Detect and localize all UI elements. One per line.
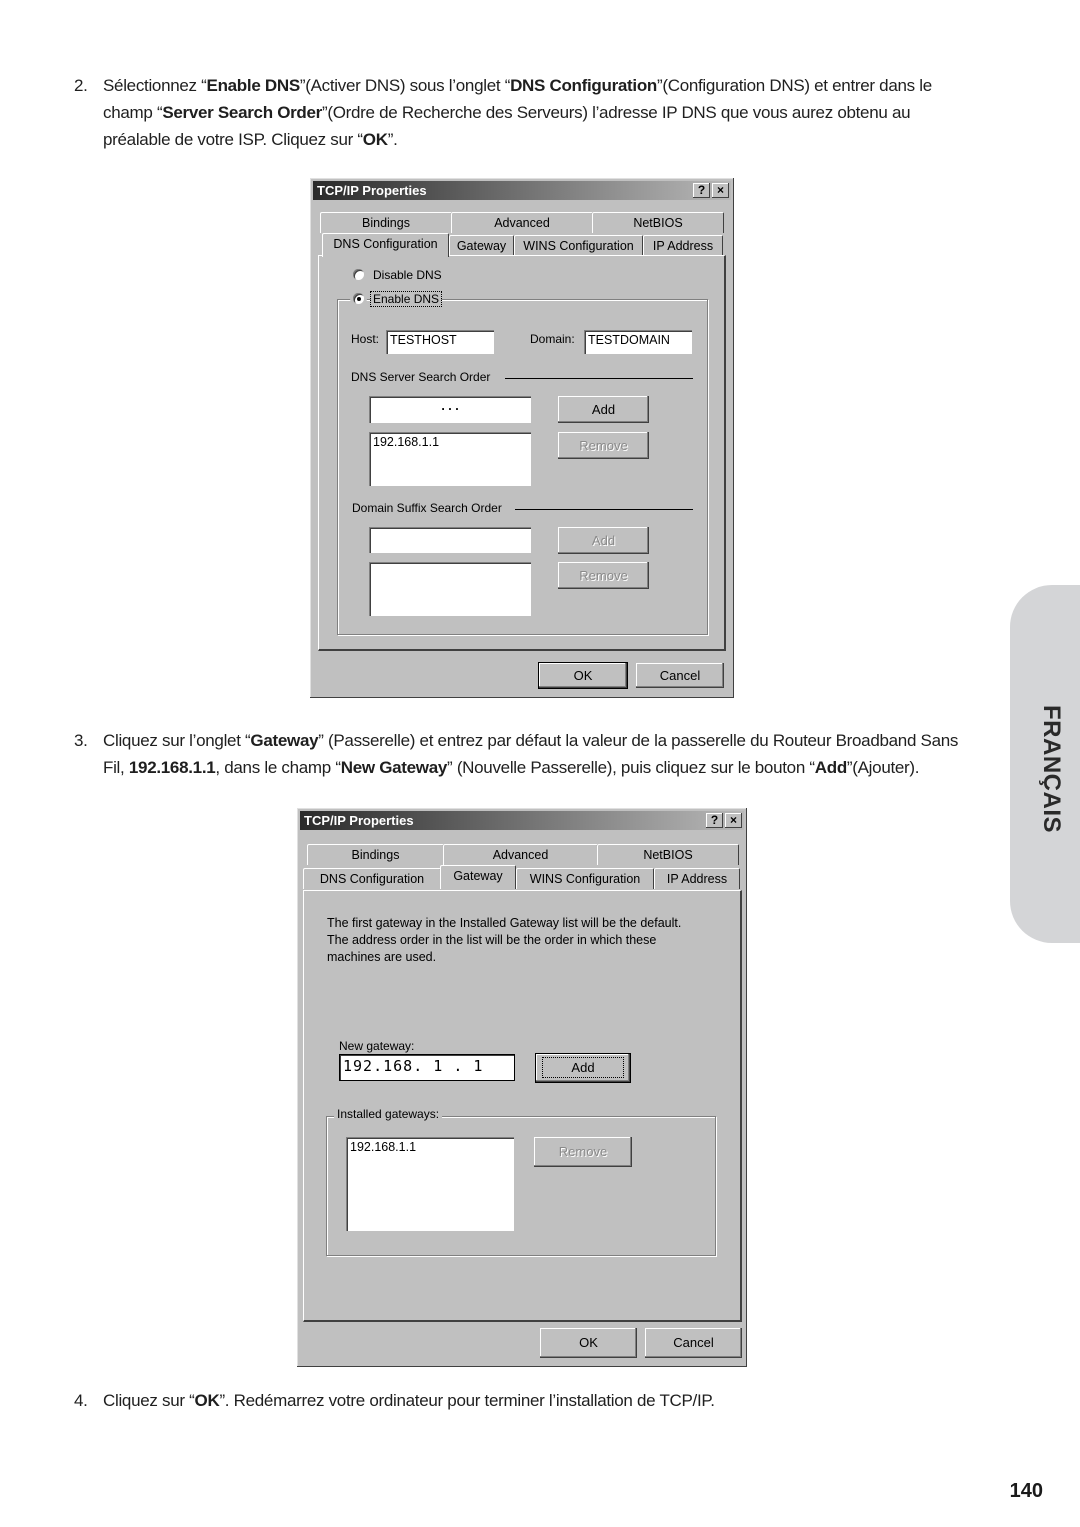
tcpip-dialog-dns: TCP/IP Properties ? × Bindings Advanced … bbox=[310, 178, 734, 698]
installed-gateways-label: Installed gateways: bbox=[334, 1107, 443, 1121]
step-number: 3. bbox=[74, 731, 88, 750]
step-number: 2. bbox=[74, 76, 88, 95]
step-text: Cliquez sur l’onglet “Gateway” (Passerel… bbox=[103, 731, 958, 777]
tab-wins-configuration[interactable]: WINS Configuration bbox=[516, 868, 654, 889]
remove-gateway-button[interactable]: Remove bbox=[534, 1137, 632, 1167]
domain-suffix-list[interactable] bbox=[369, 562, 531, 616]
step-4: 4. Cliquez sur “OK”. Redémarrez votre or… bbox=[74, 1387, 963, 1414]
step-number: 4. bbox=[74, 1391, 88, 1410]
emphasis-text: 192.168.1.1 bbox=[128, 758, 216, 777]
suffix-add-button[interactable]: Add bbox=[558, 527, 649, 554]
close-icon[interactable]: × bbox=[725, 813, 742, 828]
step-text: Sélectionnez “Enable DNS”(Activer DNS) s… bbox=[103, 76, 932, 149]
tab-panel: Disable DNS Enable DNS Host: TESTHOST Do… bbox=[318, 255, 726, 651]
emphasis-text: OK bbox=[362, 130, 388, 149]
emphasis-text: Server Search Order bbox=[162, 103, 322, 122]
dns-server-order-line bbox=[505, 378, 693, 379]
emphasis-text: Add bbox=[814, 758, 847, 777]
dns-server-list-item[interactable]: 192.168.1.1 bbox=[373, 435, 527, 449]
body-text: ”. Redémarrez votre ordinateur pour term… bbox=[219, 1391, 715, 1410]
ok-button[interactable]: OK bbox=[540, 1328, 637, 1358]
tab-netbios[interactable]: NetBIOS bbox=[592, 212, 724, 233]
dns-add-button[interactable]: Add bbox=[558, 396, 649, 423]
dialog-title: TCP/IP Properties bbox=[317, 183, 427, 198]
tab-bindings[interactable]: Bindings bbox=[320, 212, 452, 233]
dns-server-ip-input[interactable]: . . . bbox=[369, 396, 531, 423]
new-gateway-input[interactable]: 192.168. 1 . 1 bbox=[339, 1054, 515, 1081]
disable-dns-label[interactable]: Disable DNS bbox=[373, 268, 442, 282]
body-text: ” (Nouvelle Passerelle), puis cliquez su… bbox=[447, 758, 815, 777]
tab-dns-configuration[interactable]: DNS Configuration bbox=[322, 233, 449, 257]
emphasis-text: OK bbox=[194, 1391, 220, 1410]
cancel-button[interactable]: Cancel bbox=[645, 1328, 742, 1358]
domain-suffix-order-line bbox=[515, 509, 693, 510]
domain-suffix-input[interactable] bbox=[369, 527, 531, 553]
body-text: ”(Activer DNS) sous l’onglet “ bbox=[299, 76, 511, 95]
body-text: ”. bbox=[387, 130, 398, 149]
body-text: Cliquez sur l’onglet “ bbox=[103, 731, 251, 750]
tab-netbios[interactable]: NetBIOS bbox=[597, 844, 739, 865]
body-text: , dans le champ “ bbox=[215, 758, 341, 777]
close-icon[interactable]: × bbox=[712, 183, 729, 198]
enable-dns-radio[interactable] bbox=[353, 293, 364, 304]
new-gateway-label: New gateway: bbox=[339, 1039, 415, 1053]
tab-advanced[interactable]: Advanced bbox=[451, 212, 593, 233]
domain-suffix-order-label: Domain Suffix Search Order bbox=[352, 501, 502, 515]
tab-ip-address[interactable]: IP Address bbox=[654, 868, 740, 889]
add-gateway-button[interactable]: Add bbox=[535, 1053, 631, 1083]
tab-dns-configuration[interactable]: DNS Configuration bbox=[303, 868, 441, 889]
tab-panel: The first gateway in the Installed Gatew… bbox=[303, 890, 742, 1322]
tab-gateway[interactable]: Gateway bbox=[440, 865, 516, 889]
installed-gateway-item[interactable]: 192.168.1.1 bbox=[350, 1140, 510, 1154]
domain-label: Domain: bbox=[530, 332, 575, 346]
title-bar: TCP/IP Properties ? × bbox=[313, 181, 731, 200]
cancel-button[interactable]: Cancel bbox=[636, 663, 724, 688]
tab-advanced[interactable]: Advanced bbox=[443, 844, 598, 865]
body-text: ”(Ajouter). bbox=[846, 758, 920, 777]
emphasis-text: New Gateway bbox=[340, 758, 448, 777]
dns-server-list[interactable]: 192.168.1.1 bbox=[369, 432, 531, 486]
step-2: 2. Sélectionnez “Enable DNS”(Activer DNS… bbox=[74, 72, 963, 153]
installed-gateways-list[interactable]: 192.168.1.1 bbox=[346, 1137, 514, 1231]
step-3: 3. Cliquez sur l’onglet “Gateway” (Passe… bbox=[74, 727, 963, 781]
step-text: Cliquez sur “OK”. Redémarrez votre ordin… bbox=[103, 1391, 715, 1410]
dialog-title: TCP/IP Properties bbox=[304, 813, 414, 828]
domain-input[interactable]: TESTDOMAIN bbox=[584, 330, 692, 354]
help-icon[interactable]: ? bbox=[706, 813, 723, 828]
suffix-remove-button[interactable]: Remove bbox=[558, 562, 649, 589]
title-bar: TCP/IP Properties ? × bbox=[300, 811, 744, 830]
host-input[interactable]: TESTHOST bbox=[386, 330, 494, 354]
body-text: Sélectionnez “ bbox=[103, 76, 207, 95]
emphasis-text: Enable DNS bbox=[206, 76, 301, 95]
emphasis-text: DNS Configuration bbox=[510, 76, 657, 95]
gateway-description: The first gateway in the Installed Gatew… bbox=[327, 916, 682, 964]
tcpip-dialog-gateway: TCP/IP Properties ? × Bindings Advanced … bbox=[297, 808, 747, 1367]
host-label: Host: bbox=[351, 332, 380, 346]
enable-dns-label[interactable]: Enable DNS bbox=[369, 291, 443, 307]
emphasis-text: Gateway bbox=[250, 731, 319, 750]
language-label: FRANÇAIS bbox=[1038, 705, 1065, 833]
body-text: Cliquez sur “ bbox=[103, 1391, 195, 1410]
page-number: 140 bbox=[1009, 1480, 1043, 1502]
ok-button[interactable]: OK bbox=[538, 662, 628, 689]
tab-gateway[interactable]: Gateway bbox=[449, 235, 514, 256]
tab-ip-address[interactable]: IP Address bbox=[643, 235, 723, 256]
dns-server-order-label: DNS Server Search Order bbox=[351, 370, 491, 384]
disable-dns-radio[interactable] bbox=[353, 269, 364, 280]
tab-bindings[interactable]: Bindings bbox=[307, 844, 444, 865]
help-icon[interactable]: ? bbox=[693, 183, 710, 198]
tab-wins-configuration[interactable]: WINS Configuration bbox=[514, 235, 643, 256]
dns-remove-button[interactable]: Remove bbox=[558, 432, 649, 459]
